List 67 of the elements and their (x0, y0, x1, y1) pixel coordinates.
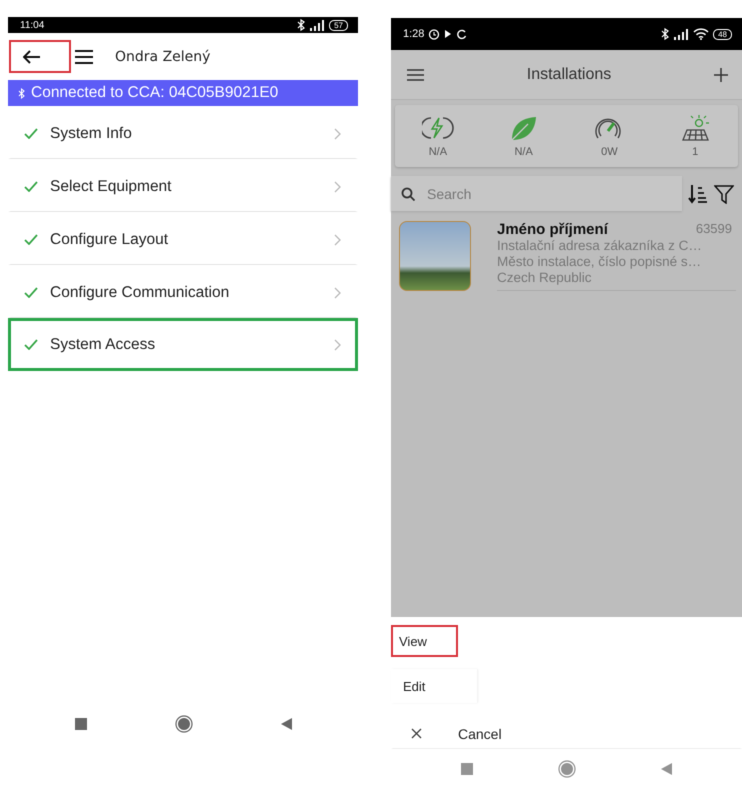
menu-item[interactable]: System Info (8, 106, 358, 159)
clock-time: 11:04 (20, 20, 44, 30)
installation-item[interactable]: Jméno příjmení 63599 Instalační adresa zákazníka z C… Město instalace, číslo popisné s… Czech Republic (391, 217, 742, 297)
chevron-icon (334, 286, 341, 298)
signal-icon (673, 28, 690, 40)
checkmark-icon (24, 339, 38, 350)
chevron-icon (334, 180, 341, 192)
address-line: Instalační adresa zákazníka z C… (497, 238, 703, 254)
add-icon[interactable] (714, 68, 728, 82)
filter-icon[interactable] (714, 184, 734, 204)
stat-value: 0W (601, 146, 618, 158)
search-field[interactable]: Search (391, 176, 682, 211)
stat-value: 1 (692, 146, 698, 158)
menu-item[interactable]: System Access (8, 318, 358, 371)
back-button[interactable] (9, 40, 71, 73)
lightning-icon (422, 114, 454, 142)
bluetooth-icon (297, 19, 306, 31)
installation-number: 63599 (696, 221, 732, 238)
installation-name: Jméno příjmení (497, 221, 608, 238)
menu-item-label: Configure Communication (50, 284, 230, 302)
chevron-icon (334, 128, 341, 140)
menu-item[interactable]: Select Equipment (8, 159, 358, 212)
action-option[interactable]: Edit (391, 669, 477, 703)
menu-icon[interactable] (407, 68, 424, 80)
checkmark-icon (24, 181, 38, 192)
home-icon[interactable] (558, 760, 576, 778)
menu-item-label: Select Equipment (50, 178, 172, 196)
checkmark-icon (24, 128, 38, 139)
play-icon (444, 29, 452, 39)
address-line: Město instalace, číslo popisné s… (497, 254, 702, 270)
checkmark-icon (24, 287, 38, 298)
menu-item-label: System Info (50, 124, 133, 142)
sort-icon[interactable] (688, 184, 708, 204)
menu-icon[interactable] (75, 50, 93, 64)
chevron-icon (334, 338, 341, 350)
home-icon[interactable] (174, 715, 192, 733)
menu-item-label: Configure Layout (50, 230, 170, 248)
header-title: Installations (526, 66, 612, 84)
clock-time: 1:28 (403, 28, 424, 40)
battery-level: 48 (713, 28, 732, 40)
back-icon[interactable] (661, 763, 672, 775)
stat-value: N/A (428, 146, 448, 158)
chevron-icon (334, 234, 341, 246)
menu-item[interactable]: Configure Layout (8, 212, 358, 265)
recent-apps-icon[interactable] (74, 718, 86, 730)
bluetooth-icon (661, 28, 670, 40)
close-icon (411, 728, 422, 739)
menu-item-label: System Access (50, 336, 156, 354)
stat-value: N/A (514, 146, 533, 158)
connection-status: Connected to CCA: 04C05B9021E0 (31, 84, 278, 102)
address-line: Czech Republic (497, 270, 593, 286)
action-option[interactable]: View (391, 625, 458, 657)
menu-item[interactable]: Configure Communication (8, 265, 358, 318)
search-input[interactable]: Search (425, 184, 629, 202)
photo-placeholder (399, 221, 471, 291)
back-icon[interactable] (280, 718, 292, 730)
search-icon (401, 186, 415, 200)
wifi-icon (693, 28, 710, 40)
signal-icon (309, 19, 326, 31)
sync-icon (456, 28, 468, 40)
battery-level: 57 (329, 20, 348, 30)
solar-panel-icon (679, 114, 712, 142)
alarm-icon (428, 28, 440, 40)
bluetooth-icon (18, 88, 25, 98)
back-arrow-icon (23, 50, 41, 64)
header-title: Ondra Zelený (115, 48, 210, 64)
checkmark-icon (24, 234, 38, 245)
